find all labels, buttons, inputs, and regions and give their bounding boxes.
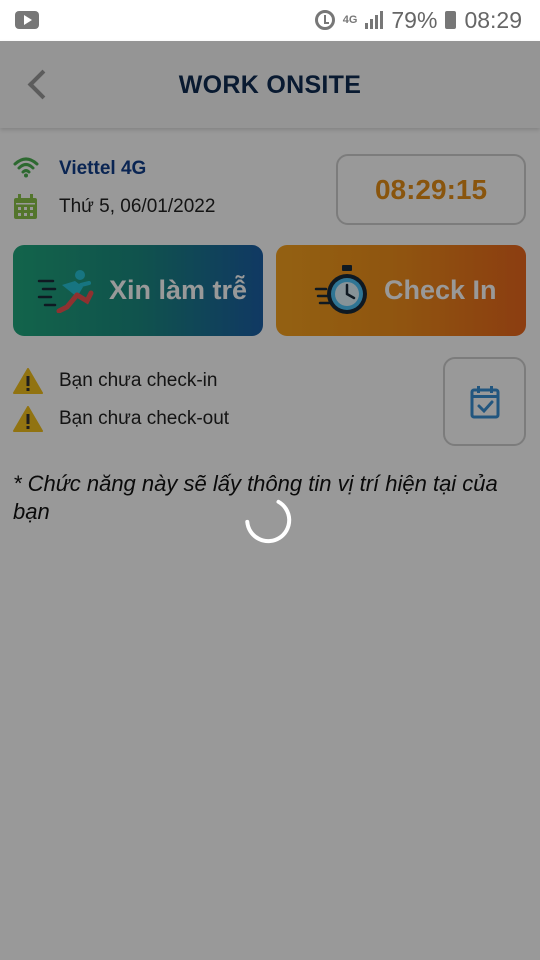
- signal-icon: [365, 11, 384, 29]
- battery-icon: [445, 11, 457, 29]
- status-bar: 4G 79% 08:29: [0, 0, 540, 41]
- alarm-icon: [314, 10, 335, 30]
- network-type: 4G: [342, 14, 358, 26]
- loading-spinner-icon: [245, 499, 292, 544]
- status-bar-right: 4G 79% 08:29: [314, 6, 522, 34]
- status-time: 08:29: [464, 6, 522, 33]
- battery-percent: 79%: [391, 6, 438, 33]
- youtube-icon: [15, 11, 39, 29]
